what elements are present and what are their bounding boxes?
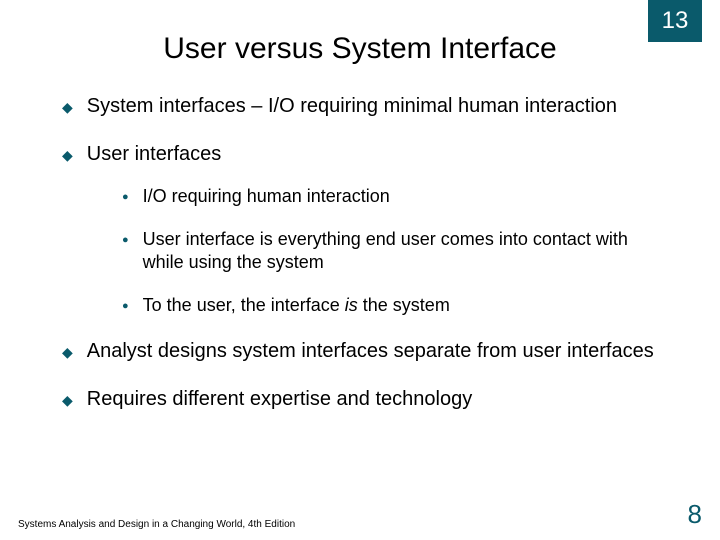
sub-bullet-item: ● To the user, the interface is the syst… — [122, 294, 660, 317]
bullet-item: ◆ Requires different expertise and techn… — [62, 387, 660, 413]
diamond-bullet-icon: ◆ — [62, 392, 73, 410]
bullet-item: ◆ Analyst designs system interfaces sepa… — [62, 339, 660, 365]
circle-bullet-icon: ● — [122, 299, 129, 313]
chapter-number-badge: 13 — [648, 0, 702, 42]
footer-text: Systems Analysis and Design in a Changin… — [18, 519, 295, 530]
bullet-text: I/O requiring human interaction — [143, 185, 390, 208]
diamond-bullet-icon: ◆ — [62, 344, 73, 362]
bullet-text: User interface is everything end user co… — [143, 228, 660, 274]
circle-bullet-icon: ● — [122, 190, 129, 204]
diamond-bullet-icon: ◆ — [62, 99, 73, 117]
slide-content: ◆ System interfaces – I/O requiring mini… — [0, 94, 720, 413]
slide-footer: Systems Analysis and Design in a Changin… — [18, 499, 702, 530]
sub-bullet-item: ● I/O requiring human interaction — [122, 185, 660, 208]
bullet-text: To the user, the interface is the system — [143, 294, 450, 317]
bullet-text: User interfaces — [87, 142, 222, 168]
bullet-text: System interfaces – I/O requiring minima… — [87, 94, 617, 120]
diamond-bullet-icon: ◆ — [62, 147, 73, 165]
bullet-text: Requires different expertise and technol… — [87, 387, 472, 413]
bullet-item: ◆ System interfaces – I/O requiring mini… — [62, 94, 660, 120]
slide-title: User versus System Interface — [60, 0, 660, 94]
sub-bullet-group: ● I/O requiring human interaction ● User… — [62, 185, 660, 317]
bullet-text: Analyst designs system interfaces separa… — [87, 339, 654, 365]
chapter-number: 13 — [662, 7, 689, 35]
page-number: 8 — [688, 499, 702, 530]
sub-bullet-item: ● User interface is everything end user … — [122, 228, 660, 274]
bullet-item: ◆ User interfaces — [62, 142, 660, 168]
circle-bullet-icon: ● — [122, 233, 129, 247]
